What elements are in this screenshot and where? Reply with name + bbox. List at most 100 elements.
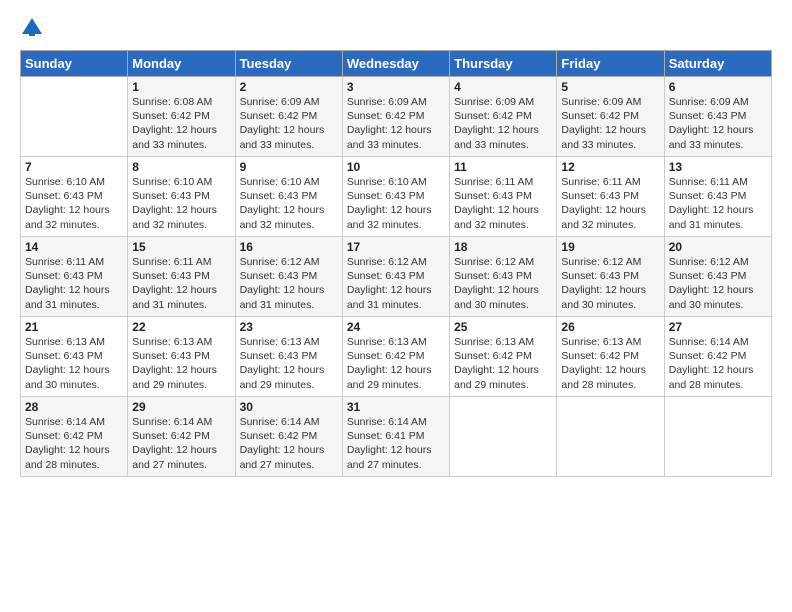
logo-icon <box>20 16 44 40</box>
day-info: Sunrise: 6:11 AM Sunset: 6:43 PM Dayligh… <box>561 175 659 232</box>
day-number: 26 <box>561 320 659 334</box>
day-info: Sunrise: 6:09 AM Sunset: 6:42 PM Dayligh… <box>347 95 445 152</box>
calendar-cell: 18Sunrise: 6:12 AM Sunset: 6:43 PM Dayli… <box>450 237 557 317</box>
calendar-week-row: 7Sunrise: 6:10 AM Sunset: 6:43 PM Daylig… <box>21 157 772 237</box>
day-number: 1 <box>132 80 230 94</box>
day-info: Sunrise: 6:13 AM Sunset: 6:42 PM Dayligh… <box>347 335 445 392</box>
day-info: Sunrise: 6:14 AM Sunset: 6:41 PM Dayligh… <box>347 415 445 472</box>
day-number: 4 <box>454 80 552 94</box>
calendar-cell: 30Sunrise: 6:14 AM Sunset: 6:42 PM Dayli… <box>235 397 342 477</box>
calendar-header-saturday: Saturday <box>664 51 771 77</box>
day-number: 24 <box>347 320 445 334</box>
calendar-week-row: 1Sunrise: 6:08 AM Sunset: 6:42 PM Daylig… <box>21 77 772 157</box>
day-number: 23 <box>240 320 338 334</box>
day-number: 18 <box>454 240 552 254</box>
day-info: Sunrise: 6:13 AM Sunset: 6:42 PM Dayligh… <box>454 335 552 392</box>
calendar-header-friday: Friday <box>557 51 664 77</box>
calendar-cell: 3Sunrise: 6:09 AM Sunset: 6:42 PM Daylig… <box>342 77 449 157</box>
day-number: 3 <box>347 80 445 94</box>
calendar-cell: 23Sunrise: 6:13 AM Sunset: 6:43 PM Dayli… <box>235 317 342 397</box>
calendar-cell <box>557 397 664 477</box>
day-number: 7 <box>25 160 123 174</box>
calendar-cell: 15Sunrise: 6:11 AM Sunset: 6:43 PM Dayli… <box>128 237 235 317</box>
header <box>20 16 772 40</box>
calendar-cell: 19Sunrise: 6:12 AM Sunset: 6:43 PM Dayli… <box>557 237 664 317</box>
calendar-header-monday: Monday <box>128 51 235 77</box>
calendar-cell: 4Sunrise: 6:09 AM Sunset: 6:42 PM Daylig… <box>450 77 557 157</box>
day-number: 31 <box>347 400 445 414</box>
calendar-cell: 28Sunrise: 6:14 AM Sunset: 6:42 PM Dayli… <box>21 397 128 477</box>
day-info: Sunrise: 6:10 AM Sunset: 6:43 PM Dayligh… <box>25 175 123 232</box>
day-number: 20 <box>669 240 767 254</box>
day-info: Sunrise: 6:12 AM Sunset: 6:43 PM Dayligh… <box>454 255 552 312</box>
day-info: Sunrise: 6:10 AM Sunset: 6:43 PM Dayligh… <box>347 175 445 232</box>
day-info: Sunrise: 6:12 AM Sunset: 6:43 PM Dayligh… <box>347 255 445 312</box>
calendar-header-row: SundayMondayTuesdayWednesdayThursdayFrid… <box>21 51 772 77</box>
day-info: Sunrise: 6:09 AM Sunset: 6:42 PM Dayligh… <box>561 95 659 152</box>
calendar-cell: 9Sunrise: 6:10 AM Sunset: 6:43 PM Daylig… <box>235 157 342 237</box>
calendar-cell: 1Sunrise: 6:08 AM Sunset: 6:42 PM Daylig… <box>128 77 235 157</box>
calendar-header-wednesday: Wednesday <box>342 51 449 77</box>
day-info: Sunrise: 6:13 AM Sunset: 6:43 PM Dayligh… <box>25 335 123 392</box>
calendar-week-row: 21Sunrise: 6:13 AM Sunset: 6:43 PM Dayli… <box>21 317 772 397</box>
calendar-cell: 2Sunrise: 6:09 AM Sunset: 6:42 PM Daylig… <box>235 77 342 157</box>
calendar-cell: 26Sunrise: 6:13 AM Sunset: 6:42 PM Dayli… <box>557 317 664 397</box>
day-info: Sunrise: 6:11 AM Sunset: 6:43 PM Dayligh… <box>454 175 552 232</box>
day-number: 10 <box>347 160 445 174</box>
day-number: 19 <box>561 240 659 254</box>
calendar-cell: 14Sunrise: 6:11 AM Sunset: 6:43 PM Dayli… <box>21 237 128 317</box>
day-number: 25 <box>454 320 552 334</box>
day-info: Sunrise: 6:09 AM Sunset: 6:42 PM Dayligh… <box>454 95 552 152</box>
calendar-cell: 12Sunrise: 6:11 AM Sunset: 6:43 PM Dayli… <box>557 157 664 237</box>
calendar-cell: 5Sunrise: 6:09 AM Sunset: 6:42 PM Daylig… <box>557 77 664 157</box>
day-number: 6 <box>669 80 767 94</box>
calendar-cell: 8Sunrise: 6:10 AM Sunset: 6:43 PM Daylig… <box>128 157 235 237</box>
calendar-cell <box>450 397 557 477</box>
day-info: Sunrise: 6:11 AM Sunset: 6:43 PM Dayligh… <box>669 175 767 232</box>
day-info: Sunrise: 6:10 AM Sunset: 6:43 PM Dayligh… <box>240 175 338 232</box>
day-info: Sunrise: 6:14 AM Sunset: 6:42 PM Dayligh… <box>25 415 123 472</box>
day-number: 11 <box>454 160 552 174</box>
calendar-header-thursday: Thursday <box>450 51 557 77</box>
calendar-cell: 20Sunrise: 6:12 AM Sunset: 6:43 PM Dayli… <box>664 237 771 317</box>
day-number: 14 <box>25 240 123 254</box>
page: SundayMondayTuesdayWednesdayThursdayFrid… <box>0 0 792 612</box>
calendar-cell: 25Sunrise: 6:13 AM Sunset: 6:42 PM Dayli… <box>450 317 557 397</box>
day-number: 28 <box>25 400 123 414</box>
calendar-cell: 24Sunrise: 6:13 AM Sunset: 6:42 PM Dayli… <box>342 317 449 397</box>
calendar-cell: 17Sunrise: 6:12 AM Sunset: 6:43 PM Dayli… <box>342 237 449 317</box>
day-number: 29 <box>132 400 230 414</box>
day-number: 16 <box>240 240 338 254</box>
calendar-cell: 11Sunrise: 6:11 AM Sunset: 6:43 PM Dayli… <box>450 157 557 237</box>
calendar-header-sunday: Sunday <box>21 51 128 77</box>
calendar-cell <box>664 397 771 477</box>
day-number: 2 <box>240 80 338 94</box>
day-number: 22 <box>132 320 230 334</box>
calendar-cell: 16Sunrise: 6:12 AM Sunset: 6:43 PM Dayli… <box>235 237 342 317</box>
day-number: 13 <box>669 160 767 174</box>
calendar-cell: 27Sunrise: 6:14 AM Sunset: 6:42 PM Dayli… <box>664 317 771 397</box>
day-info: Sunrise: 6:12 AM Sunset: 6:43 PM Dayligh… <box>669 255 767 312</box>
day-number: 15 <box>132 240 230 254</box>
day-number: 8 <box>132 160 230 174</box>
day-info: Sunrise: 6:10 AM Sunset: 6:43 PM Dayligh… <box>132 175 230 232</box>
day-info: Sunrise: 6:14 AM Sunset: 6:42 PM Dayligh… <box>132 415 230 472</box>
day-info: Sunrise: 6:12 AM Sunset: 6:43 PM Dayligh… <box>240 255 338 312</box>
day-number: 21 <box>25 320 123 334</box>
logo <box>20 16 48 40</box>
calendar-cell: 10Sunrise: 6:10 AM Sunset: 6:43 PM Dayli… <box>342 157 449 237</box>
calendar-header-tuesday: Tuesday <box>235 51 342 77</box>
day-number: 5 <box>561 80 659 94</box>
day-number: 9 <box>240 160 338 174</box>
day-info: Sunrise: 6:13 AM Sunset: 6:43 PM Dayligh… <box>132 335 230 392</box>
calendar-cell: 31Sunrise: 6:14 AM Sunset: 6:41 PM Dayli… <box>342 397 449 477</box>
day-info: Sunrise: 6:13 AM Sunset: 6:43 PM Dayligh… <box>240 335 338 392</box>
day-info: Sunrise: 6:12 AM Sunset: 6:43 PM Dayligh… <box>561 255 659 312</box>
day-info: Sunrise: 6:14 AM Sunset: 6:42 PM Dayligh… <box>240 415 338 472</box>
calendar-cell: 29Sunrise: 6:14 AM Sunset: 6:42 PM Dayli… <box>128 397 235 477</box>
day-info: Sunrise: 6:13 AM Sunset: 6:42 PM Dayligh… <box>561 335 659 392</box>
day-info: Sunrise: 6:09 AM Sunset: 6:42 PM Dayligh… <box>240 95 338 152</box>
calendar-cell: 22Sunrise: 6:13 AM Sunset: 6:43 PM Dayli… <box>128 317 235 397</box>
calendar-cell: 13Sunrise: 6:11 AM Sunset: 6:43 PM Dayli… <box>664 157 771 237</box>
calendar-cell: 21Sunrise: 6:13 AM Sunset: 6:43 PM Dayli… <box>21 317 128 397</box>
